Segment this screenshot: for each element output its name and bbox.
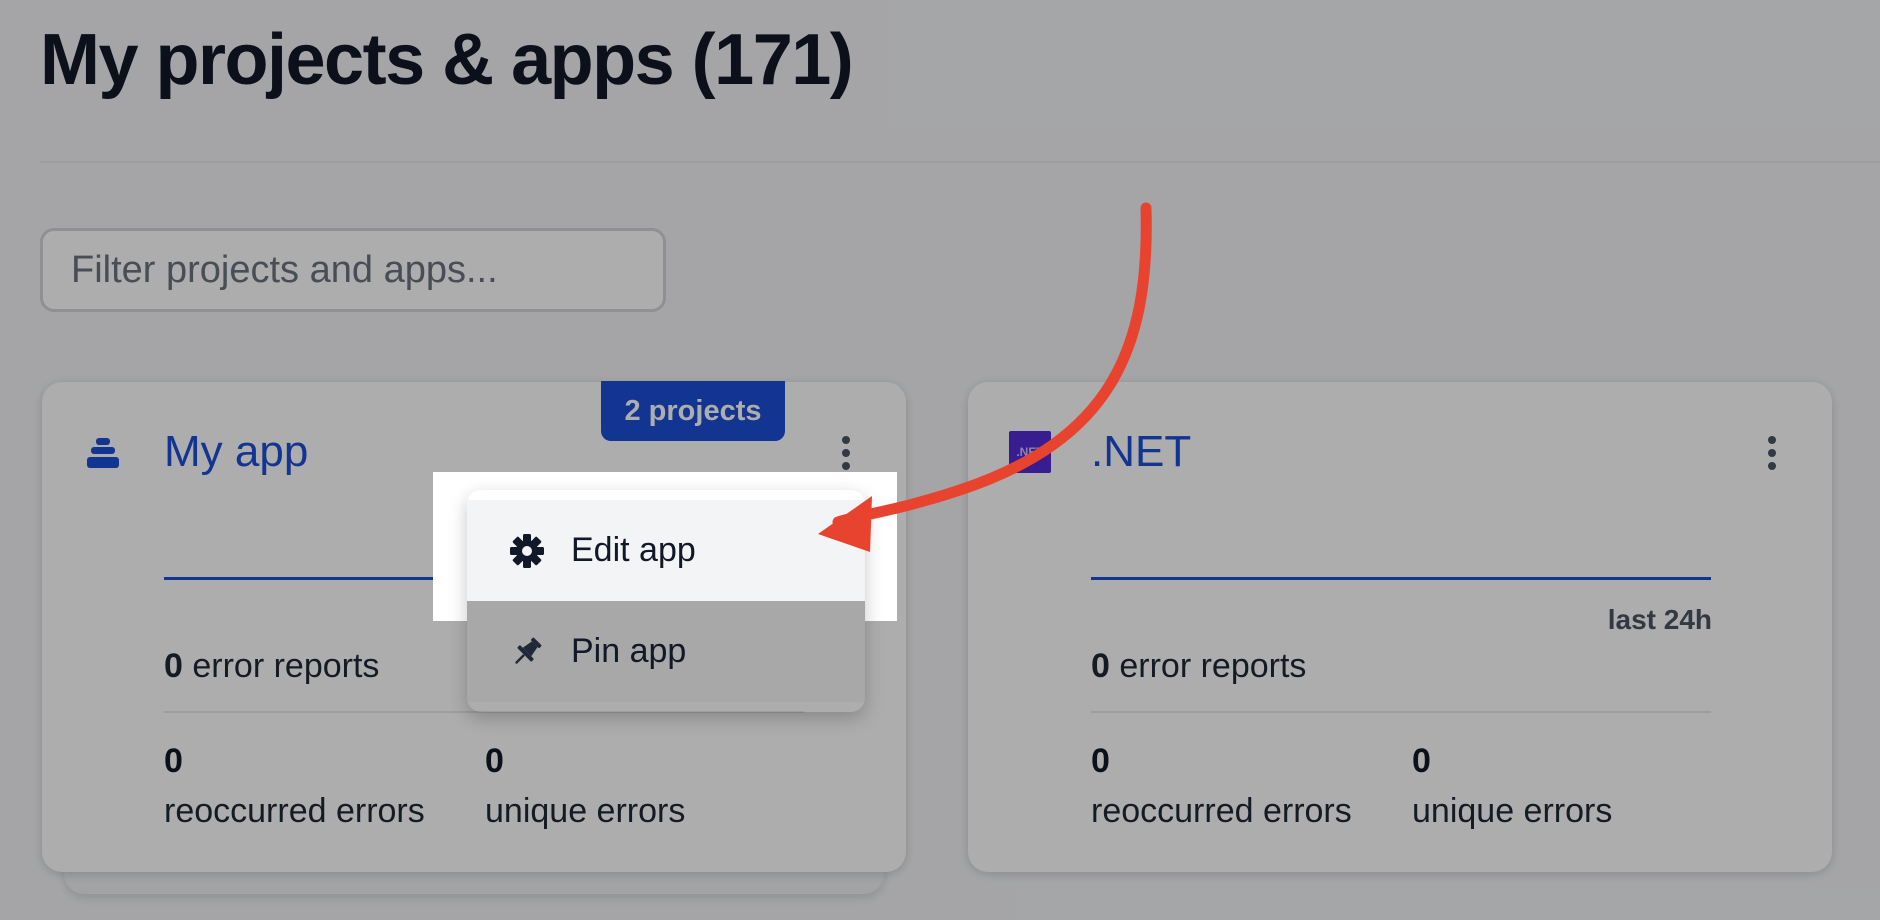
dim-overlay: [0, 0, 1880, 920]
menu-item-label: Pin app: [571, 632, 687, 670]
gear-icon: [507, 531, 547, 571]
menu-item-edit-app[interactable]: Edit app: [467, 500, 865, 601]
pin-icon: [507, 632, 547, 672]
app-options-menu: Edit app Pin app: [467, 490, 865, 712]
menu-item-pin-app[interactable]: Pin app: [467, 601, 865, 702]
menu-item-label: Edit app: [571, 531, 696, 569]
